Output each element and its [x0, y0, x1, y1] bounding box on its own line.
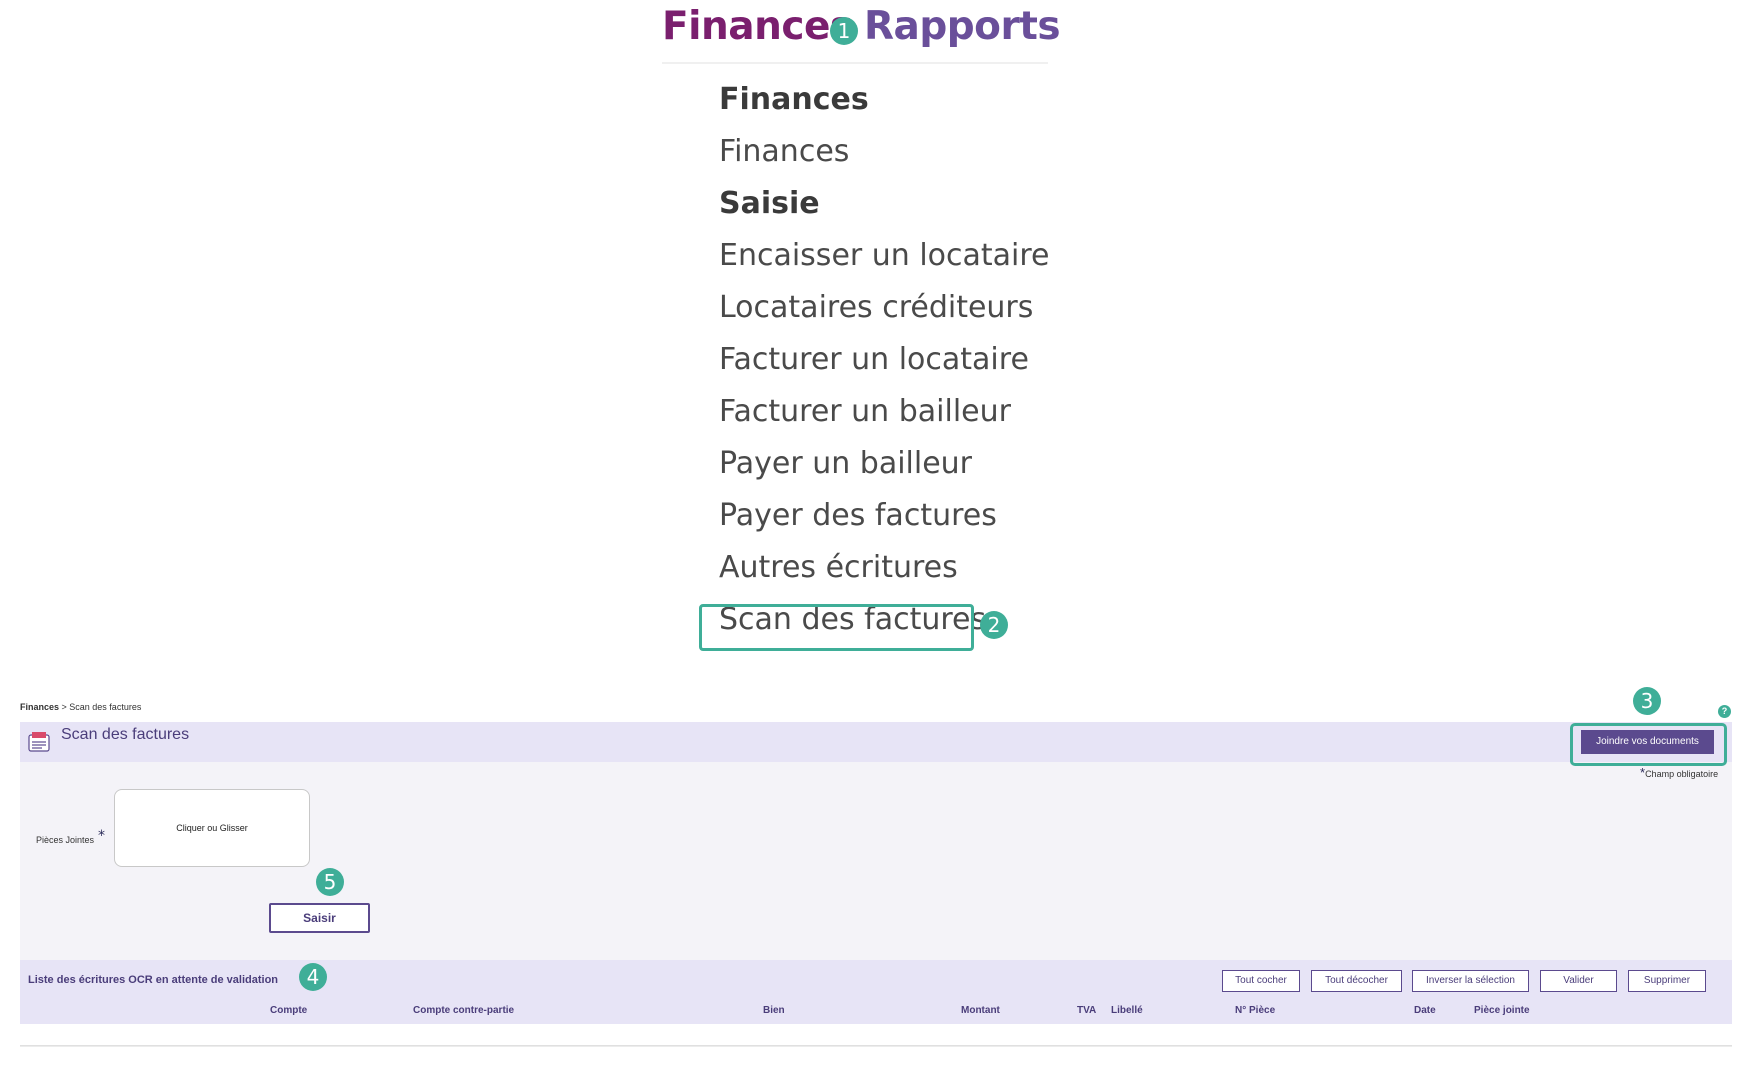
menu-item-payer-bailleur[interactable]: Payer un bailleur — [719, 446, 972, 481]
menu-item-finances[interactable]: Finances — [719, 134, 849, 169]
breadcrumb-separator: > — [59, 702, 70, 712]
menu-item-autres-ecritures[interactable]: Autres écritures — [719, 550, 958, 585]
nav-divider — [662, 62, 1048, 64]
validate-button[interactable]: Valider — [1540, 970, 1617, 992]
column-header-bien[interactable]: Bien — [763, 1005, 785, 1016]
column-header-libelle[interactable]: Libellé — [1111, 1005, 1143, 1016]
menu-item-facturer-locataire[interactable]: Facturer un locataire — [719, 342, 1029, 377]
column-header-compte[interactable]: Compte — [270, 1005, 307, 1016]
help-icon[interactable]: ? — [1718, 705, 1731, 718]
table-divider — [20, 1045, 1732, 1046]
callout-badge-2: 2 — [980, 611, 1008, 639]
ocr-table-body — [20, 1024, 1732, 1047]
breadcrumb: Finances > Scan des factures — [20, 702, 141, 712]
required-field-note: *Champ obligatoire — [1640, 765, 1718, 780]
delete-button[interactable]: Supprimer — [1628, 970, 1706, 992]
check-all-button[interactable]: Tout cocher — [1222, 970, 1300, 992]
menu-item-payer-factures[interactable]: Payer des factures — [719, 498, 997, 533]
menu-item-encaisser-locataire[interactable]: Encaisser un locataire — [719, 238, 1050, 273]
attachments-label: Pièces Jointes — [36, 835, 95, 845]
callout-badge-3: 3 — [1633, 687, 1661, 715]
callout-badge-5: 5 — [316, 868, 344, 896]
column-header-piece-jointe[interactable]: Pièce jointe — [1474, 1005, 1530, 1016]
page-title: Scan des factures — [61, 726, 190, 743]
uncheck-all-button[interactable]: Tout décocher — [1311, 970, 1402, 992]
nav-tab-finances[interactable]: Finances — [662, 4, 853, 49]
required-note-text: Champ obligatoire — [1645, 769, 1719, 779]
ocr-list-title: Liste des écritures OCR en attente de va… — [28, 974, 279, 986]
highlight-scan-factures — [699, 604, 974, 651]
callout-badge-4: 4 — [299, 963, 327, 991]
file-dropzone[interactable]: Cliquer ou Glisser — [114, 789, 310, 867]
menu-heading-saisie: Saisie — [719, 186, 820, 221]
column-header-numero-piece[interactable]: N° Pièce — [1235, 1005, 1275, 1016]
column-header-compte-contre-partie[interactable]: Compte contre-partie — [413, 1005, 514, 1016]
saisir-button[interactable]: Saisir — [269, 903, 370, 933]
column-header-date[interactable]: Date — [1414, 1005, 1436, 1016]
column-header-tva[interactable]: TVA — [1077, 1005, 1096, 1016]
menu-item-facturer-bailleur[interactable]: Facturer un bailleur — [719, 394, 1011, 429]
breadcrumb-root[interactable]: Finances — [20, 702, 59, 712]
join-documents-button[interactable]: Joindre vos documents — [1581, 730, 1714, 754]
menu-item-locataires-crediteurs[interactable]: Locataires créditeurs — [719, 290, 1033, 325]
invert-selection-button[interactable]: Inverser la sélection — [1412, 970, 1529, 992]
attachments-required-star: * — [98, 828, 105, 844]
menu-heading-finances: Finances — [719, 82, 869, 117]
nav-tab-rapports[interactable]: Rapports — [864, 4, 1061, 49]
callout-badge-1: 1 — [830, 17, 858, 45]
ocr-icon — [28, 732, 50, 752]
column-header-montant[interactable]: Montant — [961, 1005, 1000, 1016]
page-title-bar — [20, 722, 1732, 762]
breadcrumb-current: Scan des factures — [69, 702, 142, 712]
